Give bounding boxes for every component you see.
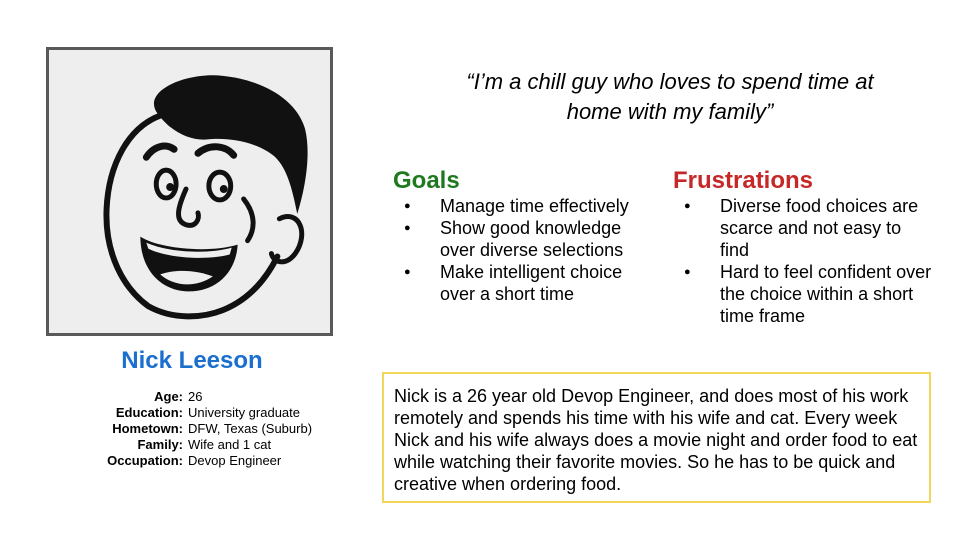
- fact-value: University graduate: [188, 405, 300, 420]
- frustrations-heading: Frustrations: [673, 167, 814, 194]
- frustrations-section: Frustrations Diverse food choices are sc…: [673, 167, 935, 327]
- goal-item: Show good knowledge over diverse selecti…: [393, 217, 655, 261]
- fact-label: Hometown:: [112, 421, 183, 436]
- fact-label: Occupation:: [107, 453, 183, 468]
- persona-name: Nick Leeson: [121, 347, 263, 374]
- quote-line: “I’m a chill guy who loves to spend time…: [466, 69, 874, 94]
- frustration-item: Diverse food choices are scarce and not …: [673, 195, 935, 261]
- frustrations-list: Diverse food choices are scarce and not …: [673, 195, 935, 327]
- fact-family: Family: Wife and 1 cat: [60, 437, 312, 453]
- fact-label: Family:: [137, 437, 183, 452]
- persona-portrait: [46, 47, 333, 336]
- goals-list: Manage time effectively Show good knowle…: [393, 195, 655, 305]
- cartoon-man-face-icon: [103, 75, 308, 320]
- fact-hometown: Hometown: DFW, Texas (Suburb): [60, 421, 312, 437]
- goals-section: Goals Manage time effectively Show good …: [393, 167, 655, 305]
- frustration-item: Hard to feel confident over the choice w…: [673, 261, 935, 327]
- fact-education: Education: University graduate: [60, 405, 312, 421]
- fact-value: Wife and 1 cat: [188, 437, 272, 452]
- persona-facts: Age: 26 Education: University graduate H…: [60, 389, 312, 469]
- fact-label: Education:: [115, 405, 183, 420]
- persona-bio: Nick is a 26 year old Devop Engineer, an…: [382, 372, 931, 503]
- fact-value: Devop Engineer: [188, 453, 282, 468]
- fact-label: Age:: [154, 389, 183, 404]
- goals-heading: Goals: [393, 167, 460, 194]
- goal-item: Make intelligent choice over a short tim…: [393, 261, 655, 305]
- goal-item: Manage time effectively: [393, 195, 655, 217]
- fact-age: Age: 26: [60, 389, 312, 405]
- fact-occupation: Occupation: Devop Engineer: [60, 453, 312, 469]
- quote-line: home with my family”: [566, 99, 774, 124]
- fact-value: DFW, Texas (Suburb): [188, 421, 313, 436]
- persona-quote: “I’m a chill guy who loves to spend time…: [400, 67, 940, 127]
- fact-value: 26: [188, 389, 203, 404]
